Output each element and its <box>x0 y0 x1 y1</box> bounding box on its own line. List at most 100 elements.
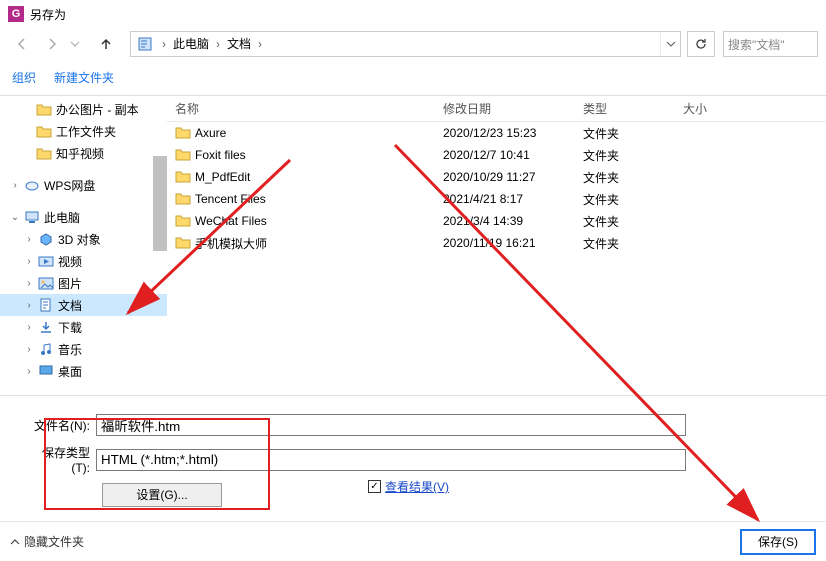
music-icon <box>38 341 54 357</box>
hide-folders-label: 隐藏文件夹 <box>24 533 84 550</box>
savetype-label: 保存类型(T): <box>24 444 96 475</box>
expand-toggle-icon[interactable]: › <box>22 344 36 355</box>
breadcrumb-documents[interactable]: 文档 <box>223 32 255 56</box>
folder-icon <box>36 101 52 117</box>
folder-icon <box>175 125 191 141</box>
expand-toggle-icon[interactable]: › <box>22 234 36 245</box>
table-row[interactable]: Tencent Files 2021/4/21 8:17文件夹 <box>167 188 826 210</box>
sidebar-item-zhihu-video[interactable]: 知乎视频 <box>0 142 167 164</box>
nav-recent-button[interactable] <box>68 31 82 57</box>
hide-folders-toggle[interactable]: 隐藏文件夹 <box>10 533 84 550</box>
column-size[interactable]: 大小 <box>675 96 826 121</box>
sidebar-item-videos[interactable]: › 视频 <box>0 250 167 272</box>
checkbox-icon[interactable]: ✓ <box>368 480 381 493</box>
nav-forward-button[interactable] <box>38 31 66 57</box>
row-name: M_PdfEdit <box>195 170 250 184</box>
sidebar-scrollbar-thumb[interactable] <box>153 156 167 251</box>
column-type[interactable]: 类型 <box>575 96 675 121</box>
list-rows: Axure2020/12/23 15:23文件夹 Foxit files 2020/… <box>167 122 826 395</box>
organize-menu[interactable]: 组织 <box>12 69 36 86</box>
row-type: 文件夹 <box>575 213 675 230</box>
refresh-button[interactable] <box>687 31 715 57</box>
address-dropdown-button[interactable] <box>660 32 680 56</box>
column-name[interactable]: 名称 <box>167 96 435 121</box>
row-date: 2020/12/23 15:23 <box>435 126 575 140</box>
folder-icon <box>36 123 52 139</box>
sidebar-item-this-pc[interactable]: ⌄ 此电脑 <box>0 206 167 228</box>
row-name: WeChat Files <box>195 214 267 228</box>
sidebar-item-music[interactable]: › 音乐 <box>0 338 167 360</box>
row-type: 文件夹 <box>575 235 675 252</box>
arrow-right-icon <box>44 36 60 52</box>
nav-up-button[interactable] <box>92 31 120 57</box>
table-row[interactable]: Foxit files 2020/12/7 10:41文件夹 <box>167 144 826 166</box>
row-type: 文件夹 <box>575 191 675 208</box>
breadcrumb-this-pc[interactable]: 此电脑 <box>169 32 213 56</box>
folder-icon <box>175 235 191 251</box>
refresh-icon <box>694 37 708 51</box>
sidebar-item-office-pics[interactable]: 办公图片 - 副本 <box>0 98 167 120</box>
row-type: 文件夹 <box>575 147 675 164</box>
settings-button[interactable]: 设置(G)... <box>102 483 222 507</box>
collapse-toggle-icon[interactable]: ⌄ <box>8 212 22 223</box>
expand-toggle-icon[interactable]: › <box>22 278 36 289</box>
sidebar-item-documents[interactable]: › 文档 <box>0 294 167 316</box>
row-name: Tencent Files <box>195 192 266 206</box>
list-header: 名称 修改日期 类型 大小 <box>167 96 826 122</box>
chevron-down-icon <box>666 39 676 49</box>
expand-toggle-icon[interactable]: › <box>22 322 36 333</box>
row-type: 文件夹 <box>575 125 675 142</box>
expand-toggle-icon[interactable]: › <box>22 300 36 311</box>
videos-icon <box>38 253 54 269</box>
table-row[interactable]: 手机模拟大师2020/11/19 16:21文件夹 <box>167 232 826 254</box>
wps-cloud-icon <box>24 177 40 193</box>
row-name: 手机模拟大师 <box>195 235 267 252</box>
body-area: 办公图片 - 副本 工作文件夹 知乎视频 › WPS网盘 ⌄ 此电脑 › 3D … <box>0 96 826 396</box>
search-placeholder: 搜索"文档" <box>728 36 785 53</box>
new-folder-button[interactable]: 新建文件夹 <box>54 69 114 86</box>
file-list: 名称 修改日期 类型 大小 Axure2020/12/23 15:23文件夹Fo… <box>167 96 826 395</box>
table-row[interactable]: M_PdfEdit2020/10/29 11:27文件夹 <box>167 166 826 188</box>
expand-toggle-icon[interactable]: › <box>8 180 22 191</box>
downloads-icon <box>38 319 54 335</box>
filename-label: 文件名(N): <box>24 417 96 434</box>
sidebar-item-pictures[interactable]: › 图片 <box>0 272 167 294</box>
nav-back-button[interactable] <box>8 31 36 57</box>
table-row[interactable]: WeChat Files 2021/3/4 14:39文件夹 <box>167 210 826 232</box>
row-date: 2021/4/21 8:17 <box>435 192 575 206</box>
sidebar-item-downloads[interactable]: › 下载 <box>0 316 167 338</box>
app-icon: G <box>8 6 24 22</box>
row-name: Foxit files <box>195 148 246 162</box>
arrow-left-icon <box>14 36 30 52</box>
row-date: 2021/3/4 14:39 <box>435 214 575 228</box>
sidebar-item-wps[interactable]: › WPS网盘 <box>0 174 167 196</box>
breadcrumb-sep: › <box>213 37 223 51</box>
address-bar[interactable]: › 此电脑 › 文档 › <box>130 31 681 57</box>
search-input[interactable]: 搜索"文档" <box>723 31 818 57</box>
toolbar: 组织 新建文件夹 <box>0 60 826 96</box>
filename-input[interactable] <box>96 414 686 436</box>
sidebar-tree[interactable]: 办公图片 - 副本 工作文件夹 知乎视频 › WPS网盘 ⌄ 此电脑 › 3D … <box>0 96 167 395</box>
folder-icon <box>175 191 191 207</box>
sidebar-item-work-folder[interactable]: 工作文件夹 <box>0 120 167 142</box>
desktop-icon <box>38 363 54 379</box>
chevron-up-icon <box>10 537 20 547</box>
documents-location-icon <box>135 34 155 54</box>
save-button[interactable]: 保存(S) <box>740 529 816 555</box>
sidebar-item-3d-objects[interactable]: › 3D 对象 <box>0 228 167 250</box>
view-result-check[interactable]: ✓ 查看结果(V) <box>368 478 449 495</box>
folder-icon <box>175 213 191 229</box>
chevron-down-icon <box>70 39 80 49</box>
view-result-label[interactable]: 查看结果(V) <box>385 478 449 495</box>
savetype-select[interactable] <box>96 449 686 471</box>
column-date[interactable]: 修改日期 <box>435 96 575 121</box>
breadcrumb-sep: › <box>255 37 265 51</box>
documents-icon <box>38 297 54 313</box>
expand-toggle-icon[interactable]: › <box>22 256 36 267</box>
row-date: 2020/10/29 11:27 <box>435 170 575 184</box>
expand-toggle-icon[interactable]: › <box>22 366 36 377</box>
table-row[interactable]: Axure2020/12/23 15:23文件夹 <box>167 122 826 144</box>
sidebar-item-desktop[interactable]: › 桌面 <box>0 360 167 382</box>
row-date: 2020/12/7 10:41 <box>435 148 575 162</box>
folder-icon <box>175 147 191 163</box>
